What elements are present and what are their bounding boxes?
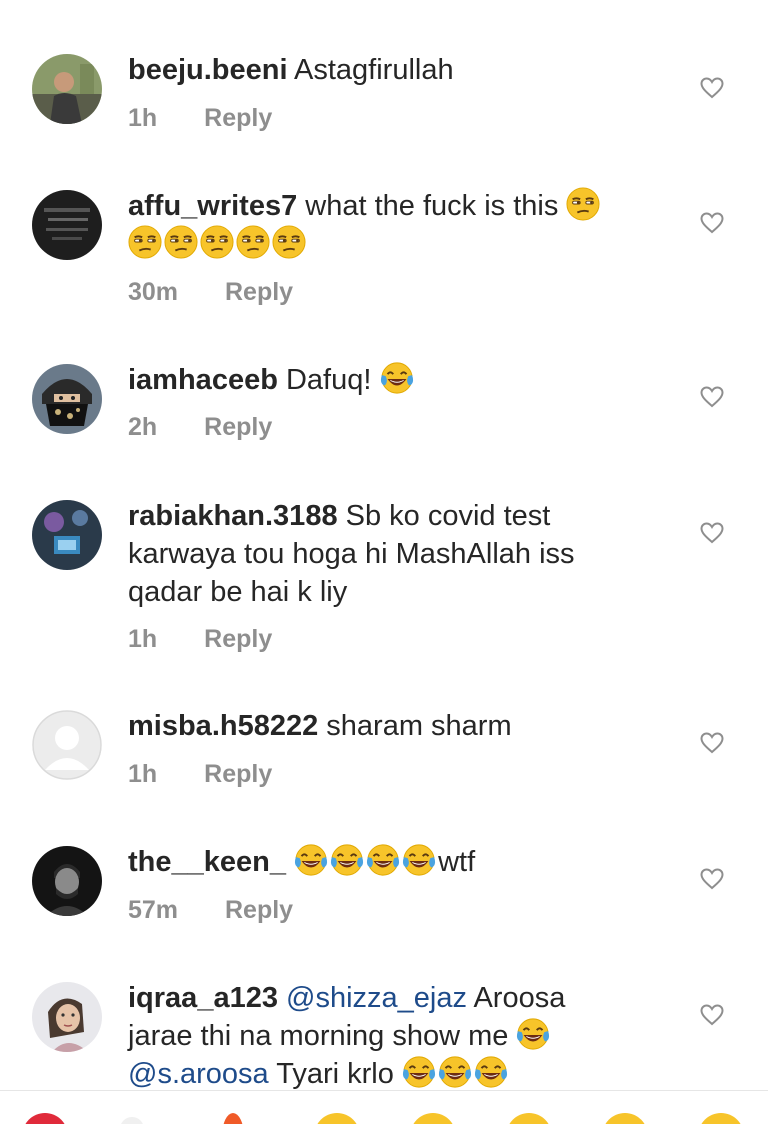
unamused-face-icon (200, 225, 234, 259)
comment-time: 30m (128, 278, 179, 306)
tears-of-joy-icon (402, 843, 436, 877)
comment-time: 1h (128, 760, 158, 788)
reply-button[interactable]: Reply (225, 278, 293, 306)
comment-username[interactable]: the__keen_ (128, 846, 286, 878)
reply-button[interactable]: Reply (225, 896, 293, 924)
comment-time: 1h (128, 104, 158, 132)
avatar[interactable] (32, 54, 102, 124)
comment-username[interactable]: rabiakhan.3188 (128, 500, 338, 532)
avatar[interactable] (32, 846, 102, 916)
tears-of-joy-icon (516, 1017, 550, 1051)
crying-face-icon[interactable] (410, 1113, 456, 1124)
unamused-face-icon (128, 225, 162, 259)
red-heart-icon[interactable] (22, 1113, 68, 1124)
tears-of-joy-icon (380, 361, 414, 395)
avatar[interactable] (32, 364, 102, 434)
heart-icon[interactable] (700, 522, 724, 544)
avatar[interactable] (32, 982, 102, 1052)
comment-text: Dafuq! (285, 364, 372, 396)
clapping-hands-icon[interactable] (314, 1113, 360, 1124)
fire-icon[interactable] (222, 1113, 244, 1124)
heart-eyes-icon[interactable] (506, 1113, 552, 1124)
tears-of-joy-icon (474, 1055, 508, 1089)
comment-username[interactable]: beeju.beeni (128, 54, 288, 86)
mention-link[interactable]: @s.aroosa (128, 1058, 269, 1090)
comment-text: sharam sharm (326, 710, 512, 742)
comment-text: karwaya tou hoga hi MashAllah iss (128, 538, 575, 570)
tears-of-joy-icon[interactable] (698, 1113, 744, 1124)
reply-button[interactable]: Reply (204, 760, 272, 788)
tears-of-joy-icon (330, 843, 364, 877)
comment-text: Aroosa (473, 982, 566, 1014)
quick-reaction-bar (0, 1090, 768, 1124)
heart-icon[interactable] (700, 212, 724, 234)
comment-username[interactable]: iamhaceeb (128, 364, 278, 396)
heart-icon[interactable] (700, 386, 724, 408)
comment-text: wtf (438, 846, 476, 878)
avatar[interactable] (32, 500, 102, 570)
comment-time: 57m (128, 896, 179, 924)
comment-text: qadar be hai k liy (128, 576, 348, 608)
heart-icon[interactable] (700, 77, 724, 99)
comment-text: Astagfirullah (294, 54, 454, 86)
unamused-face-icon (236, 225, 270, 259)
mention-link[interactable]: @shizza_ejaz (286, 982, 467, 1014)
unamused-face-icon (272, 225, 306, 259)
comment-text: Tyari krlo (276, 1058, 394, 1090)
tears-of-joy-icon (438, 1055, 472, 1089)
heart-icon[interactable] (700, 1004, 724, 1026)
unamused-face-icon (164, 225, 198, 259)
comment-username[interactable]: affu_writes7 (128, 190, 297, 222)
comment-username[interactable]: iqraa_a123 (128, 982, 278, 1014)
comment-text: Sb ko covid test (345, 500, 551, 532)
heart-icon[interactable] (700, 868, 724, 890)
tears-of-joy-icon (294, 843, 328, 877)
reply-button[interactable]: Reply (204, 104, 272, 132)
reply-button[interactable]: Reply (204, 413, 272, 441)
astonished-face-icon[interactable] (602, 1113, 648, 1124)
comment-time: 2h (128, 413, 158, 441)
avatar[interactable] (32, 190, 102, 260)
tears-of-joy-icon (366, 843, 400, 877)
raised-hands-icon[interactable] (120, 1117, 144, 1124)
reply-button[interactable]: Reply (204, 625, 272, 653)
heart-icon[interactable] (700, 732, 724, 754)
tears-of-joy-icon (402, 1055, 436, 1089)
avatar[interactable] (32, 710, 102, 780)
comment-time: 1h (128, 625, 158, 653)
comment-text: what the fuck is this (305, 190, 559, 222)
comments-feed: beeju.beeni Astagfirullah 1h Reply affu_… (0, 0, 768, 1124)
comment-username[interactable]: misba.h58222 (128, 710, 318, 742)
unamused-face-icon (566, 187, 600, 221)
comment-text: jarae thi na morning show me (128, 1020, 509, 1052)
